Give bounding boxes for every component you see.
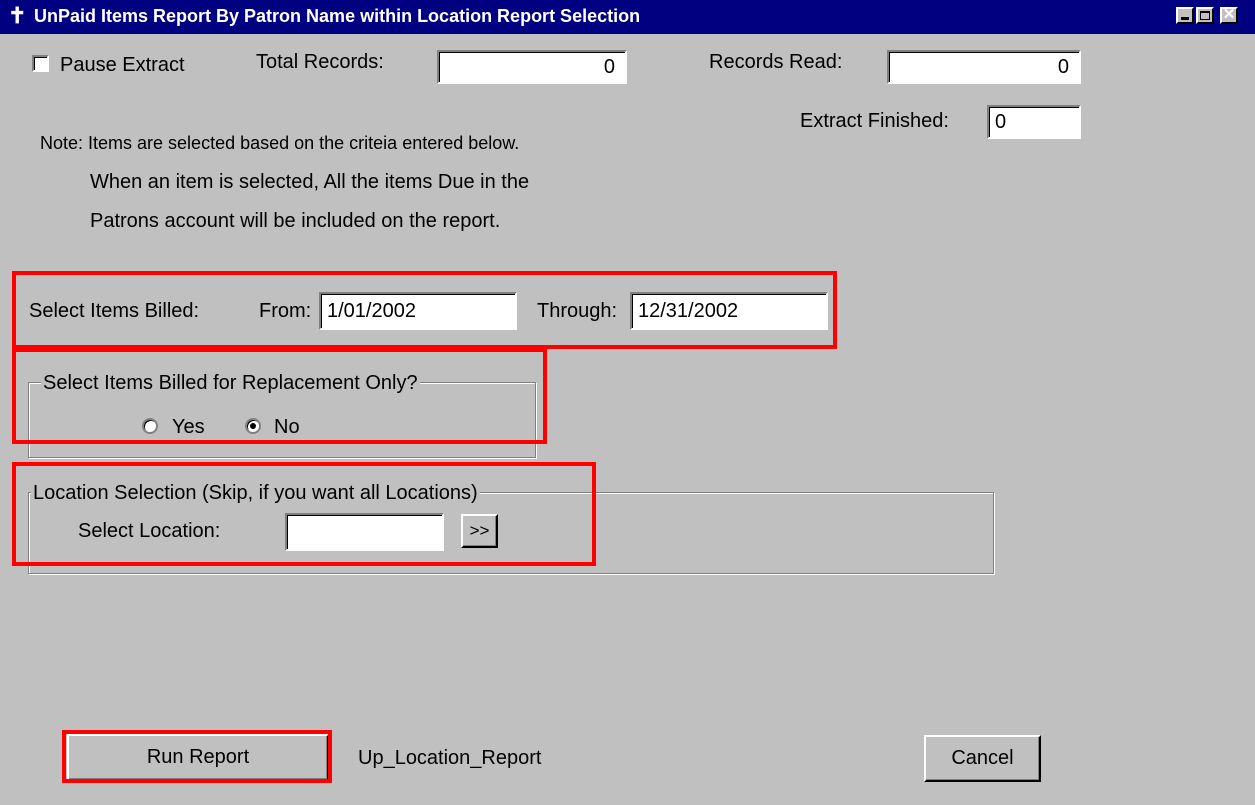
title-bar: ✝ UnPaid Items Report By Patron Name wit…: [0, 0, 1255, 34]
replacement-highlight: [12, 348, 547, 444]
total-records-field: 0: [437, 50, 627, 84]
from-date-input[interactable]: 1/01/2002: [319, 292, 517, 330]
location-highlight: [12, 462, 596, 566]
through-label: Through:: [537, 300, 618, 322]
extract-finished-field: 0: [987, 105, 1081, 139]
minimize-icon: [1181, 17, 1189, 20]
cancel-button[interactable]: Cancel: [924, 735, 1041, 782]
through-date-input[interactable]: 12/31/2002: [630, 292, 828, 330]
report-name-label: Up_Location_Report: [358, 747, 542, 769]
select-items-billed-label: Select Items Billed:: [29, 300, 200, 322]
note-line-2: When an item is selected, All the items …: [90, 171, 530, 193]
note-line-3: Patrons account will be included on the …: [90, 210, 501, 232]
app-icon: ✝: [8, 3, 27, 28]
minimize-button[interactable]: [1176, 7, 1194, 24]
run-report-highlight: [62, 730, 332, 783]
maximize-button[interactable]: [1196, 7, 1214, 24]
maximize-icon: [1200, 11, 1210, 20]
window-title: UnPaid Items Report By Patron Name withi…: [34, 6, 641, 26]
total-records-label: Total Records:: [256, 51, 384, 73]
pause-extract-checkbox[interactable]: [32, 55, 49, 72]
from-label: From:: [259, 300, 312, 322]
records-read-field: 0: [887, 50, 1081, 84]
extract-finished-label: Extract Finished:: [800, 110, 949, 132]
pause-extract-label: Pause Extract: [60, 54, 185, 76]
close-icon: ✕: [1222, 6, 1236, 23]
records-read-label: Records Read:: [709, 51, 843, 73]
close-button[interactable]: ✕: [1220, 6, 1238, 24]
note-line-1: Note: Items are selected based on the cr…: [40, 133, 520, 153]
